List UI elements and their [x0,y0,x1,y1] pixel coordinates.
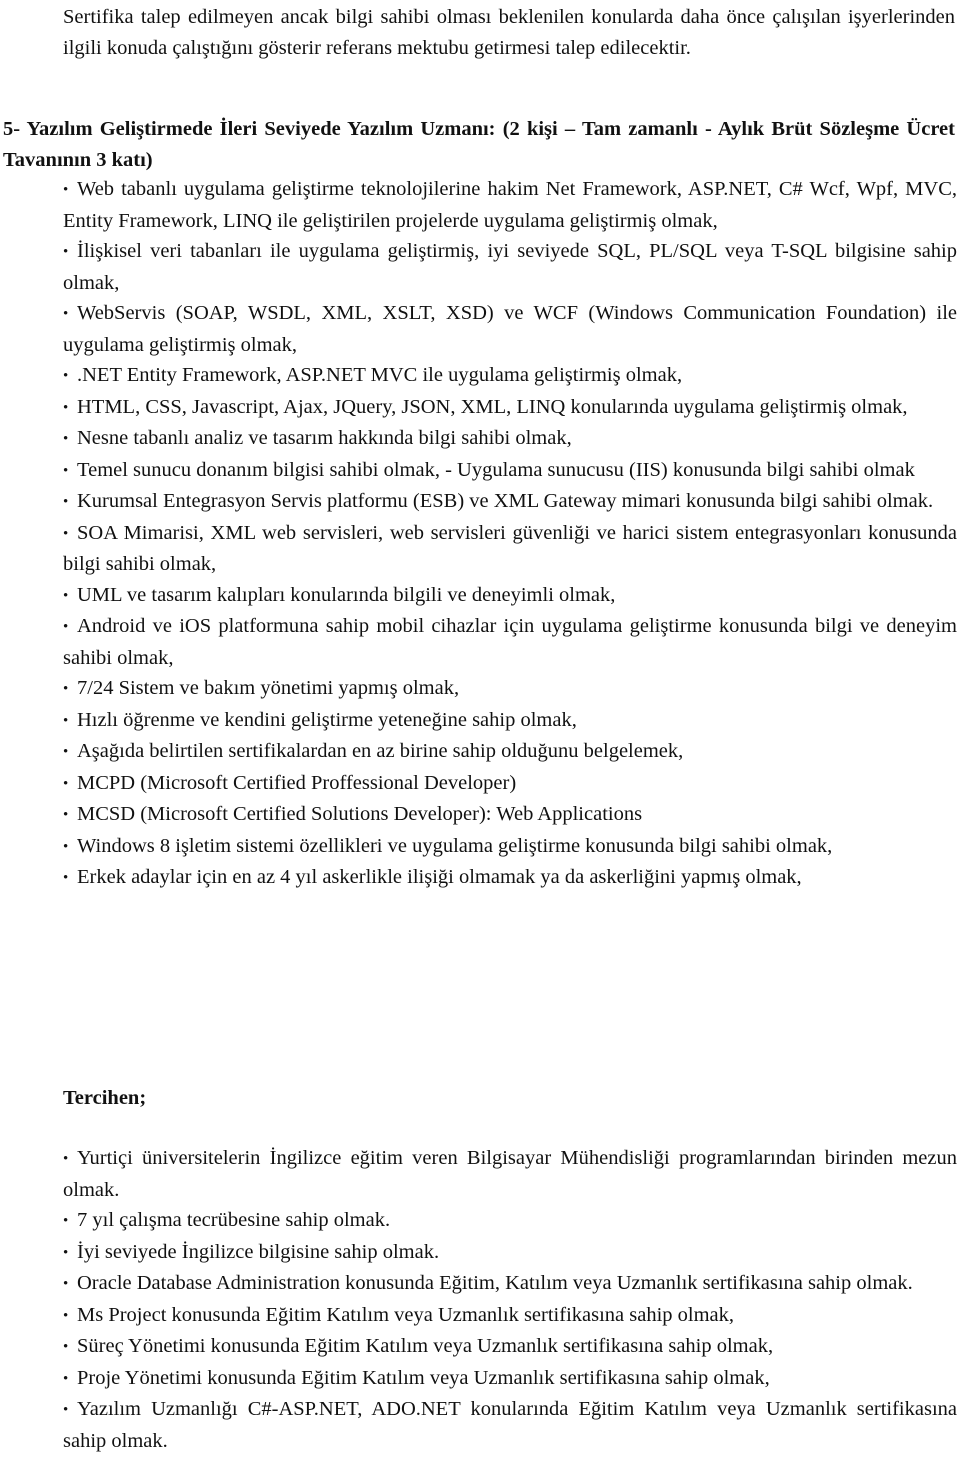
bullet-icon: • [63,1307,69,1324]
bullet-icon: • [63,494,69,510]
bullet-icon: • [63,306,69,322]
bullet-icon: • [63,838,69,855]
list-item: • Proje Yönetimi konusunda Eğitim Katılım… [63,1363,957,1395]
list-item: • Ms Project konusunda Eğitim Katılım vey… [63,1300,957,1332]
list-item: • Yazılım Uzmanlığı C#-ASP.NET, ADO.NET k… [63,1394,957,1456]
bullet-icon: • [63,1276,69,1292]
preferred-list: • Yurtiçi üniversitelerin İngilizce eğiti… [63,1143,957,1456]
bullet-icon: • [63,1339,69,1355]
requirements-list: • Web tabanlı uygulama geliştirme teknolo… [63,174,957,894]
bullet-icon: • [63,807,69,823]
list-item: • Hızlı öğrenme ve kendini geliştirme yet… [63,705,957,737]
list-item: • Aşağıda belirtilen sertifikalardan en a… [63,736,957,768]
bullet-icon: • [63,744,69,760]
list-item: • .NET Entity Framework, ASP.NET MVC ile … [63,360,957,392]
list-item: • MCPD (Microsoft Certified Proffessional… [63,768,957,800]
list-item: • Web tabanlı uygulama geliştirme teknolo… [63,174,957,236]
list-item: • 7/24 Sistem ve bakım yönetimi yapmış ol… [63,673,957,705]
list-item: • Yurtiçi üniversitelerin İngilizce eğiti… [63,1143,957,1205]
bullet-icon: • [63,182,69,198]
list-item: • İyi seviyede İngilizce bilgisine sahip … [63,1237,957,1269]
list-item: • Erkek adaylar için en az 4 yıl askerlik… [63,862,957,894]
bullet-icon: • [63,1370,69,1387]
bullet-icon: • [63,431,69,447]
preferred-heading: Tercihen; [63,1087,147,1109]
bullet-icon: • [63,1244,69,1261]
list-item: • SOA Mimarisi, XML web servisleri, web s… [63,518,957,580]
section-heading: 5- Yazılım Geliştirmede İleri Seviyede Y… [3,118,955,171]
bullet-icon: • [63,870,69,886]
list-item: • Windows 8 işletim sistemi özellikleri v… [63,831,957,863]
bullet-icon: • [63,368,69,384]
list-item: • Android ve iOS platformuna sahip mobil … [63,611,957,673]
list-item: • İlişkisel veri tabanları ile uygulama g… [63,236,957,298]
list-item: • 7 yıl çalışma tecrübesine sahip olmak. [63,1205,957,1237]
bullet-icon: • [63,775,69,792]
bullet-icon: • [63,399,69,416]
list-item: • UML ve tasarım kalıpları konularında bi… [63,580,957,612]
bullet-icon: • [63,462,69,479]
list-item: • Nesne tabanlı analiz ve tasarım hakkınd… [63,423,957,455]
bullet-icon: • [63,525,69,542]
bullet-icon: • [63,1213,69,1229]
bullet-icon: • [63,244,69,260]
bullet-icon: • [63,712,69,729]
list-item: • Kurumsal Entegrasyon Servis platformu (… [63,486,957,518]
list-item: • MCSD (Microsoft Certified Solutions Dev… [63,799,957,831]
bullet-icon: • [63,681,69,697]
list-item: • Temel sunucu donanım bilgisi sahibi olm… [63,455,957,487]
list-item: • Oracle Database Administration konusund… [63,1268,957,1300]
bullet-icon: • [63,619,69,635]
bullet-icon: • [63,1402,69,1418]
bullet-icon: • [63,587,69,604]
list-item: • Süreç Yönetimi konusunda Eğitim Katılım… [63,1331,957,1363]
bullet-icon: • [63,1151,69,1167]
list-item: • WebServis (SOAP, WSDL, XML, XSLT, XSD) … [63,298,957,360]
list-item: • HTML, CSS, Javascript, Ajax, JQuery, JS… [63,392,957,424]
intro-paragraph: Sertifika talep edilmeyen ancak bilgi sa… [63,6,955,59]
